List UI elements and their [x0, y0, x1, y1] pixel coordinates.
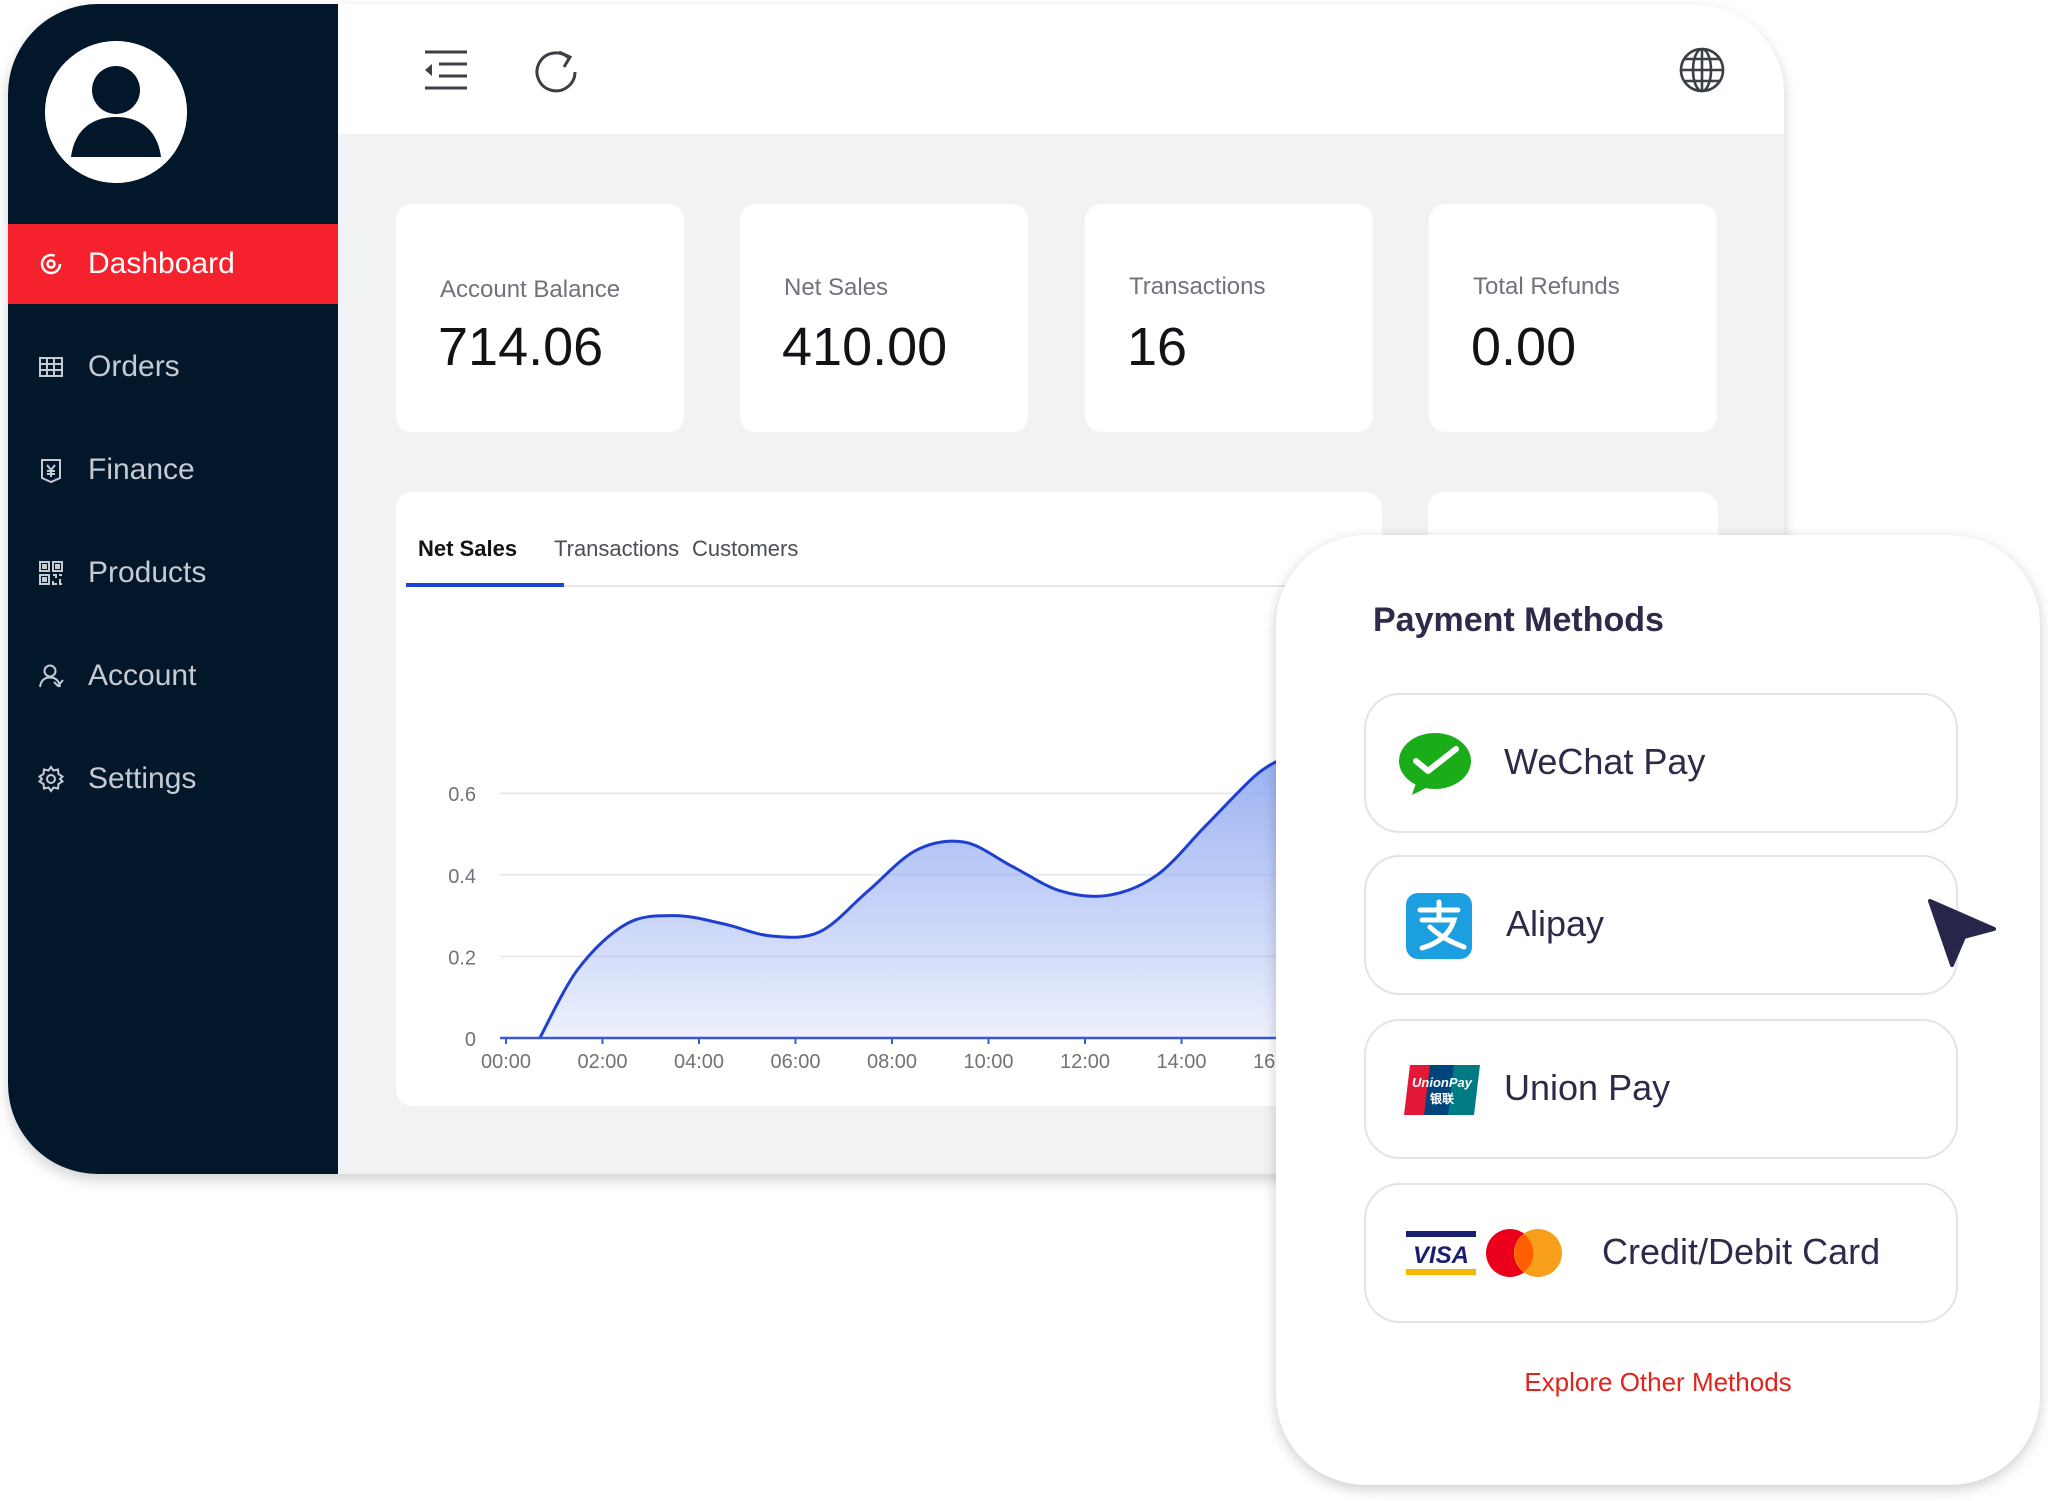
alipay-logo: [1406, 893, 1472, 959]
x-tick-label: 12:00: [1060, 1051, 1110, 1073]
wechat-pay-logo: [1399, 733, 1471, 795]
menu-collapse-button[interactable]: [418, 42, 474, 98]
svg-text:VISA: VISA: [1413, 1242, 1469, 1269]
net-sales-area-chart: 0 0.2 0.4 0.6 00:00 02:00 04:00 06:00 08:00 10:00…: [448, 759, 1382, 1073]
dashboard-icon: [36, 249, 66, 279]
payment-methods-title: Payment Methods: [1373, 601, 1664, 639]
top-toolbar: [338, 4, 1784, 134]
x-tick-label: 10:00: [963, 1051, 1013, 1073]
sidebar-item-products[interactable]: Products: [8, 533, 338, 613]
stat-label: Net Sales: [784, 274, 889, 301]
refresh-icon: [535, 50, 577, 93]
y-tick-label: 0.6: [448, 784, 476, 806]
x-tick-label: 04:00: [674, 1051, 724, 1073]
y-tick-label: 0.4: [448, 866, 476, 888]
payment-option-wechat-pay[interactable]: WeChat Pay: [1364, 693, 1958, 833]
grid-table-icon: [36, 352, 66, 382]
sidebar-item-label: Orders: [88, 350, 180, 383]
sidebar-item-label: Products: [88, 556, 207, 589]
sidebar-item-account[interactable]: Account: [8, 636, 338, 716]
globe-icon: [1679, 47, 1725, 93]
payment-option-union-pay[interactable]: UnionPay 银联 Union Pay: [1364, 1019, 1958, 1159]
mouse-pointer-icon: [1928, 899, 1996, 967]
menu-collapse-icon: [425, 50, 467, 90]
stat-value: 410.00: [782, 317, 948, 377]
payment-option-credit-debit-card[interactable]: VISA Credit/Debit Card: [1364, 1183, 1958, 1323]
sidebar-item-settings[interactable]: Settings: [8, 739, 338, 819]
y-tick-label: 0: [465, 1029, 476, 1051]
stat-label: Transactions: [1129, 273, 1266, 300]
stat-card-account-balance[interactable]: Account Balance 714.06: [396, 204, 684, 432]
sidebar-item-label: Finance: [88, 453, 195, 486]
svg-text:银联: 银联: [1430, 1091, 1454, 1106]
stat-label: Total Refunds: [1473, 273, 1620, 300]
user-avatar[interactable]: [45, 41, 187, 183]
x-tick-label: 14:00: [1156, 1051, 1206, 1073]
visa-mastercard-logo: VISA: [1406, 1229, 1562, 1277]
payment-option-label: WeChat Pay: [1504, 741, 1706, 782]
refresh-button[interactable]: [528, 42, 584, 98]
x-tick-label: 02:00: [577, 1051, 627, 1073]
x-tick-label: 08:00: [867, 1051, 917, 1073]
payment-methods-card: Payment Methods WeChat Pay Alipay UnionP…: [1276, 535, 2040, 1485]
stat-label: Account Balance: [440, 276, 621, 303]
unionpay-logo: UnionPay 银联: [1404, 1065, 1480, 1115]
sidebar-item-dashboard[interactable]: Dashboard: [8, 224, 338, 304]
language-button[interactable]: [1674, 42, 1730, 98]
payment-option-label: Credit/Debit Card: [1602, 1231, 1881, 1272]
user-avatar-icon: [45, 41, 187, 183]
stat-card-net-sales[interactable]: Net Sales 410.00: [740, 204, 1028, 432]
sales-chart-card: Net Sales Transactions Customers 0 0.2 0.4…: [396, 492, 1382, 1106]
qr-code-icon: [36, 558, 66, 588]
user-icon: [36, 661, 66, 691]
payment-option-label: Union Pay: [1504, 1067, 1671, 1108]
sidebar-item-label: Account: [88, 659, 197, 692]
stat-card-transactions[interactable]: Transactions 16: [1085, 204, 1373, 432]
stat-value: 16: [1127, 317, 1188, 377]
x-tick-label: 06:00: [770, 1051, 820, 1073]
sidebar: Dashboard Orders Finance Products Accoun…: [8, 4, 338, 1174]
stat-card-total-refunds[interactable]: Total Refunds 0.00: [1429, 204, 1717, 432]
svg-text:UnionPay: UnionPay: [1412, 1075, 1473, 1090]
sidebar-item-finance[interactable]: Finance: [8, 430, 338, 510]
stat-value: 0.00: [1471, 317, 1577, 377]
payment-option-alipay[interactable]: Alipay: [1364, 855, 1958, 995]
sidebar-item-label: Settings: [88, 762, 197, 795]
y-tick-label: 0.2: [448, 947, 476, 969]
sidebar-item-orders[interactable]: Orders: [8, 327, 338, 407]
explore-other-methods-link[interactable]: Explore Other Methods: [1276, 1367, 2040, 1398]
gear-icon: [36, 764, 66, 794]
yen-document-icon: [36, 455, 66, 485]
net-sales-area: [539, 760, 1278, 1038]
x-tick-label: 00:00: [481, 1051, 531, 1073]
sidebar-item-label: Dashboard: [88, 247, 235, 280]
stat-value: 714.06: [438, 317, 604, 377]
payment-option-label: Alipay: [1506, 903, 1605, 944]
